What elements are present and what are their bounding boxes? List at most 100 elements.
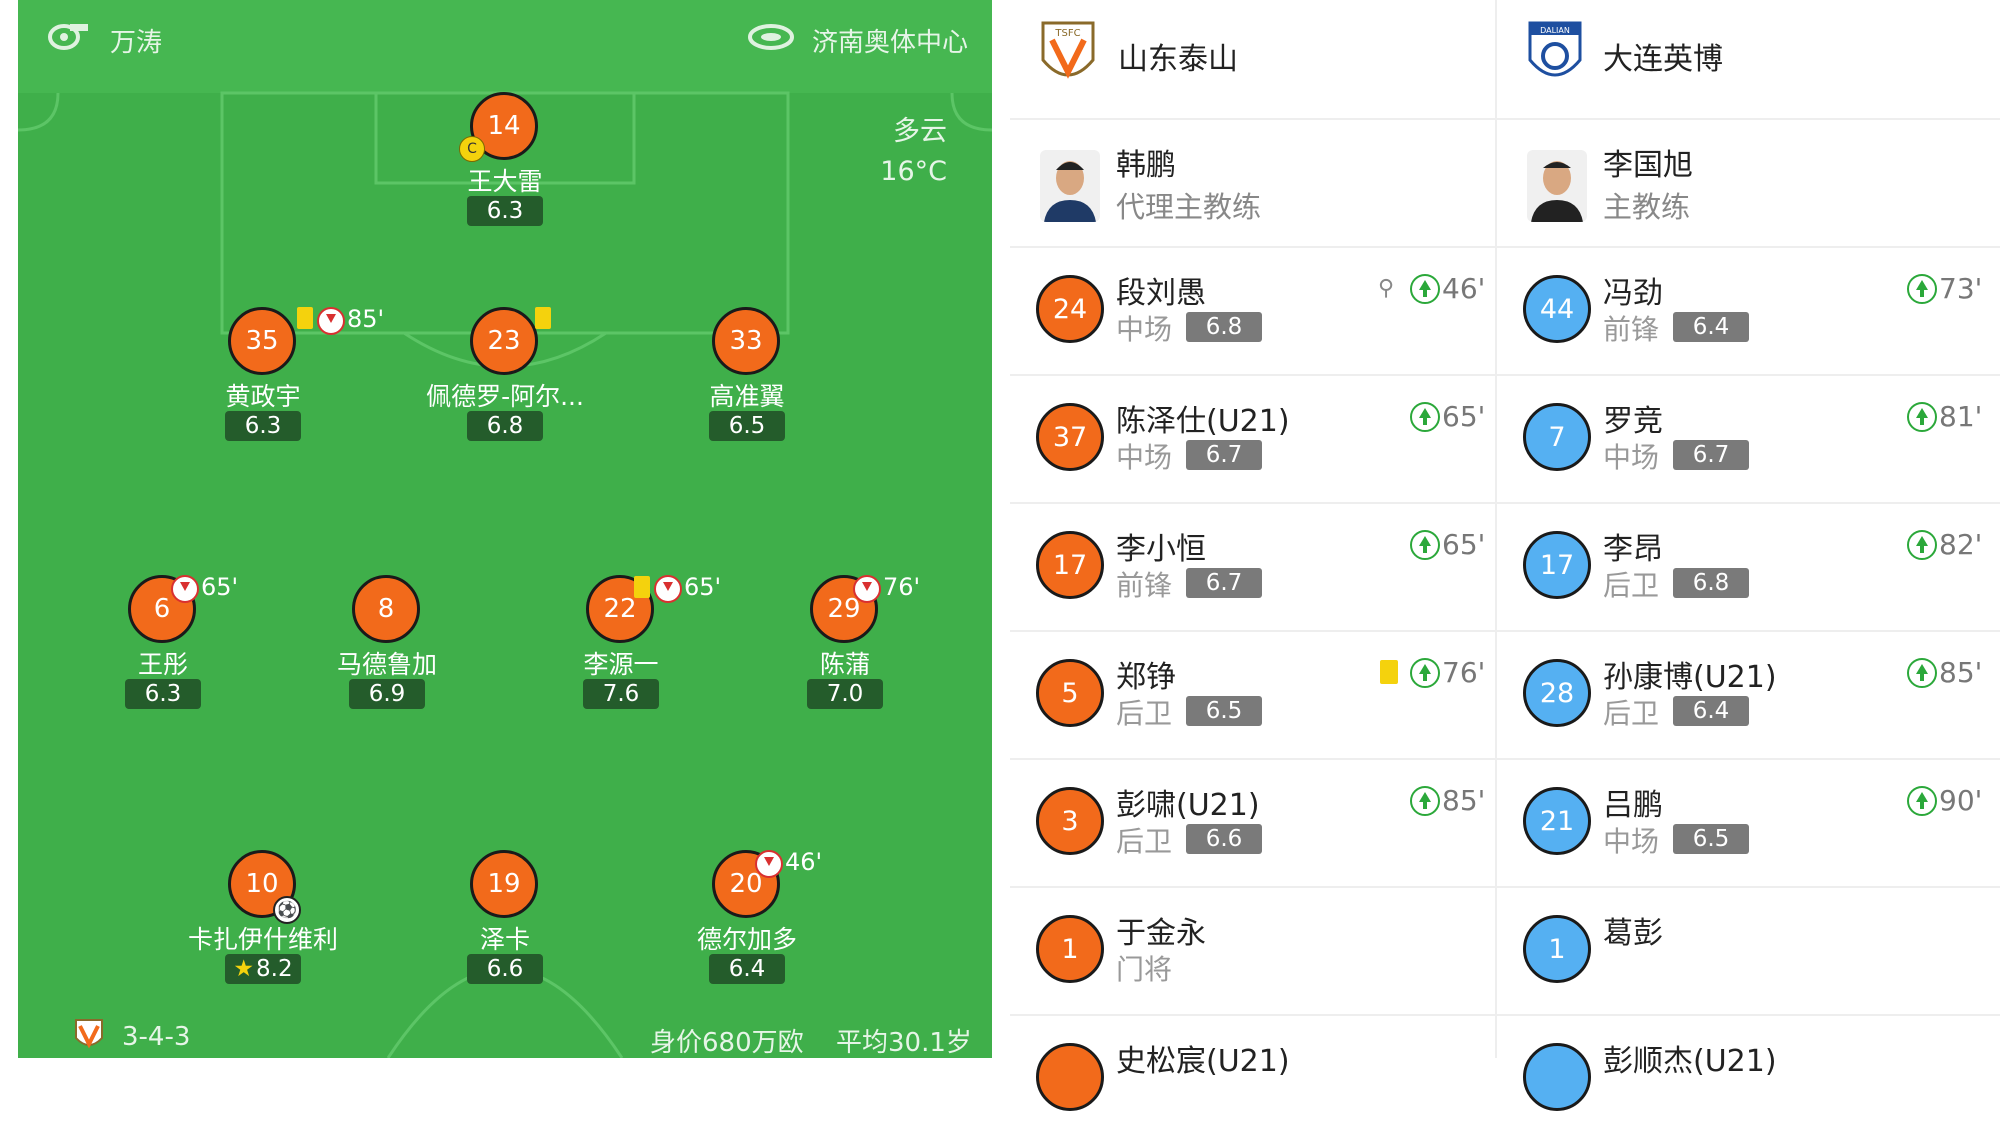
star-icon: ★ [233, 956, 255, 982]
substitute-row[interactable]: 3 彭啸(U21) 后卫 6.6 85' [1010, 760, 1495, 888]
coach-role: 代理主教练 [1116, 190, 1262, 224]
sub-number: 7 [1523, 403, 1591, 471]
substitute-row[interactable]: 44 冯劲 前锋 6.4 73' [1497, 248, 1982, 376]
substitute-row[interactable]: 1 于金永 门将 [1010, 888, 1495, 1016]
sub-name: 葛彭 [1603, 916, 1663, 951]
player-card[interactable]: 35 85' 黄政宇 6.3 [153, 305, 384, 447]
sub-in-time: 81' [1939, 400, 1983, 433]
sub-position: 前锋 [1116, 569, 1173, 602]
coach-name: 李国旭 [1603, 148, 1693, 183]
sub-out-time: 76' [883, 573, 921, 601]
home-team-header[interactable]: TSFC 山东泰山 [1010, 0, 1495, 118]
sub-in-time: 85' [1442, 784, 1486, 817]
sub-out-time: 65' [201, 573, 239, 601]
sub-name: 李小恒 [1116, 532, 1206, 567]
sub-number: 21 [1523, 787, 1591, 855]
substitute-row[interactable]: 彭顺杰(U21) [1497, 1016, 1982, 1144]
player-name: 黄政宇 [225, 382, 301, 411]
player-card[interactable]: 23 佩德罗-阿尔... 6.8 [395, 307, 615, 447]
home-logo-text: TSFC [1054, 28, 1080, 39]
sub-rating: 6.5 [1673, 824, 1749, 854]
sub-in-icon [1907, 658, 1937, 688]
home-coach[interactable]: 韩鹏 代理主教练 [1010, 120, 1495, 246]
player-rating: 6.3 [225, 411, 301, 441]
away-team-header[interactable]: DALIAN 大连英博 [1497, 0, 2000, 118]
weather: 多云 16°C [880, 112, 947, 192]
sub-name: 孙康博(U21) [1603, 660, 1777, 695]
sub-in-time: 76' [1442, 656, 1486, 689]
team-logo-icon [74, 1018, 104, 1056]
sub-in-icon [1410, 658, 1440, 688]
substitute-row[interactable]: 17 李昂 后卫 6.8 82' [1497, 504, 1982, 632]
sub-rating: 6.7 [1673, 440, 1749, 470]
player-number: 35 [228, 307, 296, 375]
sub-name: 李昂 [1603, 532, 1663, 567]
sub-rating: 6.7 [1186, 568, 1262, 598]
sub-in-icon [1410, 530, 1440, 560]
player-card[interactable]: 19 泽卡 6.6 [395, 850, 615, 990]
substitute-row[interactable]: 37 陈泽仕(U21) 中场 6.7 65' [1010, 376, 1495, 504]
sub-rating: 6.4 [1673, 312, 1749, 342]
sub-number: 5 [1036, 659, 1104, 727]
sub-position: 后卫 [1116, 825, 1173, 858]
sub-in-time: 65' [1442, 528, 1486, 561]
sub-out-time: 85' [347, 305, 385, 333]
sub-out-icon [755, 850, 783, 878]
substitute-row[interactable]: 1 葛彭 [1497, 888, 1982, 1016]
player-card[interactable]: 14 C 王大雷 6.3 [395, 92, 615, 232]
sub-name: 郑铮 [1116, 660, 1176, 695]
substitute-row[interactable]: 7 罗竞 中场 6.7 81' [1497, 376, 1982, 504]
sub-rating: 6.5 [1186, 696, 1262, 726]
sub-name: 冯劲 [1603, 276, 1663, 311]
player-rating: 6.5 [709, 411, 785, 441]
sub-position: 中场 [1603, 825, 1660, 858]
player-rating: 6.8 [467, 411, 543, 441]
player-number: 19 [470, 850, 538, 918]
sub-number: 1 [1036, 915, 1104, 983]
yellow-card-icon [634, 576, 650, 598]
sub-rating: 6.8 [1673, 568, 1749, 598]
sub-out-icon [317, 307, 345, 335]
player-card[interactable]: 22 65' 李源一 7.6 [511, 573, 731, 715]
sub-number [1523, 1043, 1591, 1111]
player-name: 王大雷 [467, 167, 543, 196]
squad-value: 身价680万欧 [650, 1028, 804, 1058]
sub-rating: 6.6 [1186, 824, 1262, 854]
sub-position: 前锋 [1603, 313, 1660, 346]
player-card[interactable]: 8 马德鲁加 6.9 [277, 575, 497, 715]
player-name: 德尔加多 [696, 925, 797, 954]
sub-name: 罗竞 [1603, 404, 1663, 439]
away-coach[interactable]: 李国旭 主教练 [1497, 120, 2000, 246]
substitute-row[interactable]: 21 吕鹏 中场 6.5 90' [1497, 760, 1982, 888]
sub-in-time: 73' [1939, 272, 1983, 305]
player-number: 8 [352, 575, 420, 643]
substitute-row[interactable]: 5 郑铮 后卫 6.5 76' [1010, 632, 1495, 760]
player-card[interactable]: 29 76' 陈蒲 7.0 [735, 573, 955, 715]
substitute-row[interactable]: 史松宸(U21) [1010, 1016, 1495, 1144]
player-card[interactable]: 10 ⚽ 卡扎伊什维利 ★ 8.2 [153, 850, 373, 990]
sub-in-time: 82' [1939, 528, 1983, 561]
player-card[interactable]: 20 46' 德尔加多 6.4 [637, 848, 857, 990]
sub-in-icon [1907, 402, 1937, 432]
sub-name: 彭啸(U21) [1116, 788, 1260, 823]
sub-in-time: 46' [1442, 272, 1486, 305]
sub-position: 中场 [1116, 313, 1173, 346]
sub-in-icon [1410, 786, 1440, 816]
sub-number: 44 [1523, 275, 1591, 343]
player-card[interactable]: 33 高准翼 6.5 [637, 307, 857, 447]
sub-name: 吕鹏 [1603, 788, 1663, 823]
player-name: 陈蒲 [819, 650, 870, 679]
sub-in-icon [1410, 274, 1440, 304]
player-rating: 6.9 [349, 679, 425, 709]
substitute-row[interactable]: 28 孙康博(U21) 后卫 6.4 85' [1497, 632, 1982, 760]
player-name: 李源一 [583, 650, 659, 679]
yellow-card-icon [297, 307, 313, 329]
substitute-row[interactable]: 17 李小恒 前锋 6.7 65' [1010, 504, 1495, 632]
captain-badge: C [459, 136, 485, 162]
sub-name: 彭顺杰(U21) [1603, 1044, 1777, 1079]
player-card[interactable]: 6 65' 王彤 6.3 [53, 573, 273, 715]
player-name: 王彤 [137, 650, 188, 679]
substitute-row[interactable]: 24 段刘愚 中场 6.8 ⚲ 46' [1010, 248, 1495, 376]
sub-in-icon [1410, 402, 1440, 432]
away-team-logo: DALIAN [1527, 20, 1583, 84]
